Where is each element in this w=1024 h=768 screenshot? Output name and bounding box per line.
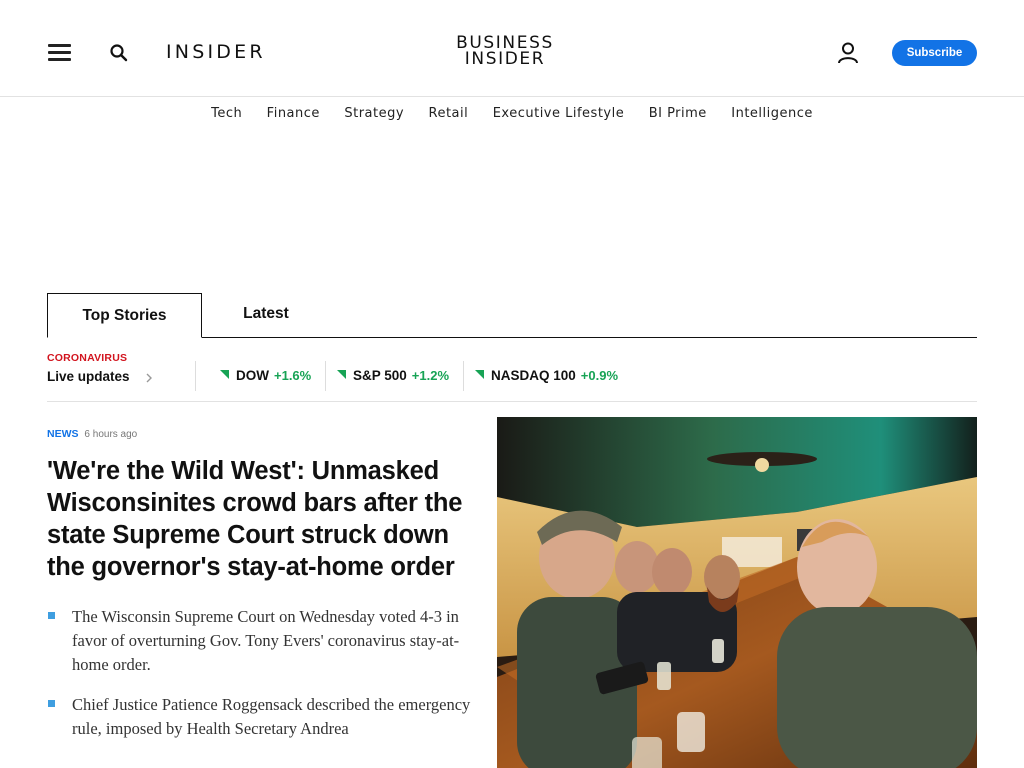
market-ticker-bar: CORONAVIRUS Live updates DOW +1.6% S&P 50… — [47, 348, 977, 402]
search-button[interactable] — [108, 42, 130, 64]
ticker-name: NASDAQ 100 — [491, 368, 576, 383]
ticker-nasdaq100[interactable]: NASDAQ 100 +0.9% — [475, 367, 618, 387]
hamburger-icon — [48, 44, 71, 47]
ticker-name: S&P 500 — [353, 368, 407, 383]
divider — [195, 361, 196, 391]
ticker-name: DOW — [236, 368, 269, 383]
nav-link-tech[interactable]: Tech — [211, 106, 242, 121]
summary-text: Chief Justice Patience Roggensack descri… — [72, 695, 471, 738]
story-category[interactable]: NEWS — [47, 428, 79, 440]
ticker-sp500[interactable]: S&P 500 +1.2% — [337, 367, 449, 387]
story-headline[interactable]: 'We're the Wild West': Unmasked Wisconsi… — [47, 455, 472, 583]
user-icon — [838, 42, 858, 64]
subscribe-button[interactable]: Subscribe — [892, 40, 977, 66]
story-tabs: Top Stories Latest — [47, 293, 977, 338]
story-summary-list: The Wisconsin Supreme Court on Wednesday… — [47, 605, 472, 741]
insider-wordmark[interactable]: INSIDER — [166, 41, 266, 63]
bullet-square-icon — [48, 700, 55, 707]
ticker-change: +1.2% — [411, 368, 450, 383]
bar-scene-image — [497, 417, 977, 768]
logo-line-insider: INSIDER — [464, 49, 546, 69]
story-photo[interactable] — [497, 417, 977, 768]
triangle-up-icon — [475, 370, 484, 379]
ticker-change: +0.9% — [580, 368, 619, 383]
triangle-up-icon — [337, 370, 346, 379]
nav-link-bi-prime[interactable]: BI Prime — [649, 106, 707, 121]
search-icon — [110, 44, 128, 62]
nav-link-strategy[interactable]: Strategy — [344, 106, 404, 121]
lead-story: NEWS 6 hours ago 'We're the Wild West': … — [47, 428, 472, 757]
story-timestamp: 6 hours ago — [84, 429, 138, 440]
account-button[interactable] — [837, 41, 859, 65]
business-insider-logo[interactable]: BUSINESS INSIDER — [440, 35, 570, 69]
live-updates-link[interactable]: Live updates — [47, 369, 130, 384]
nav-link-intelligence[interactable]: Intelligence — [731, 106, 813, 121]
section-nav: Tech Finance Strategy Retail Executive L… — [0, 104, 1024, 122]
summary-bullet: The Wisconsin Supreme Court on Wednesday… — [47, 605, 472, 677]
divider — [325, 361, 326, 391]
divider — [463, 361, 464, 391]
menu-button[interactable] — [48, 44, 72, 61]
nav-link-executive-lifestyle[interactable]: Executive Lifestyle — [493, 106, 625, 121]
nav-link-finance[interactable]: Finance — [267, 106, 320, 121]
story-meta: NEWS 6 hours ago — [47, 428, 472, 440]
nav-link-retail[interactable]: Retail — [429, 106, 469, 121]
tab-latest[interactable]: Latest — [222, 293, 310, 338]
summary-text: The Wisconsin Supreme Court on Wednesday… — [72, 607, 460, 674]
summary-bullet: Chief Justice Patience Roggensack descri… — [47, 693, 472, 741]
chevron-right-icon — [146, 373, 152, 383]
bullet-square-icon — [48, 612, 55, 619]
triangle-up-icon — [220, 370, 229, 379]
site-header: INSIDER BUSINESS INSIDER Subscribe — [0, 0, 1024, 97]
ticker-dow[interactable]: DOW +1.6% — [220, 367, 311, 387]
tab-top-stories[interactable]: Top Stories — [47, 293, 202, 338]
coronavirus-kicker: CORONAVIRUS — [47, 352, 128, 364]
ticker-change: +1.6% — [274, 368, 312, 383]
